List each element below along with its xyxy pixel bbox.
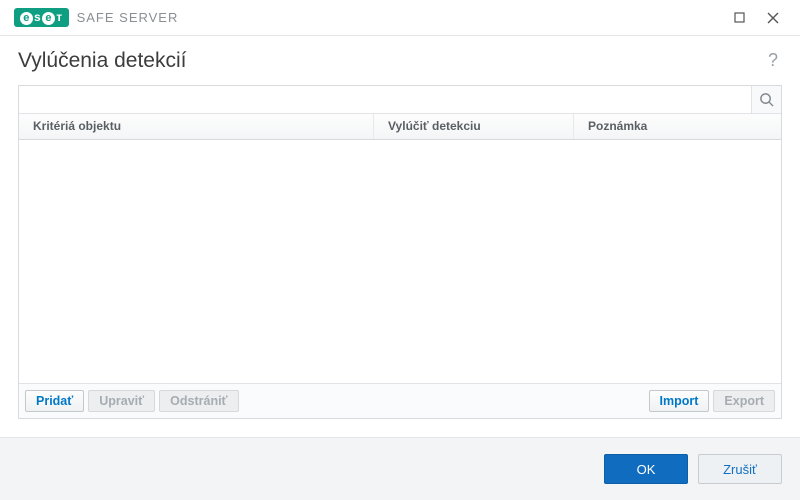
window-close-button[interactable] [756,4,790,32]
column-header-object-criteria[interactable]: Kritériá objektu [19,114,374,139]
search-button[interactable] [751,86,781,113]
column-header-exclude-detection[interactable]: Vylúčiť detekciu [374,114,574,139]
cancel-button[interactable]: Zrušiť [698,454,782,484]
ok-button[interactable]: OK [604,454,688,484]
import-button[interactable]: Import [649,390,710,412]
exclusions-card: Kritériá objektu Vylúčiť detekciu Poznám… [18,85,782,419]
delete-button: Odstrániť [159,390,238,412]
edit-button: Upraviť [88,390,155,412]
export-button: Export [713,390,775,412]
page-title: Vylúčenia detekcií [18,49,186,73]
window: eseт SAFE SERVER Vylúčenia detekcií ? [0,0,800,500]
search-icon [759,92,774,107]
table-header: Kritériá objektu Vylúčiť detekciu Poznám… [19,114,781,140]
footer: OK Zrušiť [0,437,800,500]
search-row [19,86,781,114]
heading-row: Vylúčenia detekcií ? [0,36,800,85]
add-button[interactable]: Pridať [25,390,84,412]
window-maximize-button[interactable] [722,4,756,32]
product-name: SAFE SERVER [77,10,179,25]
column-header-note[interactable]: Poznámka [574,114,781,139]
card-actions: Pridať Upraviť Odstrániť Import Export [19,383,781,418]
titlebar: eseт SAFE SERVER [0,0,800,36]
help-icon[interactable]: ? [764,46,782,75]
search-input[interactable] [19,86,751,113]
table-body[interactable] [19,140,781,383]
brand-logo: eseт [14,8,69,26]
